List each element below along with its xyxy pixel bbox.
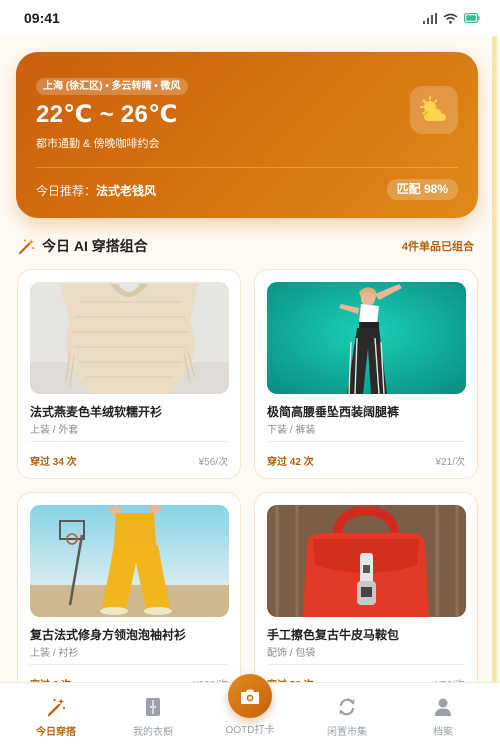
tab-ootd-checkin-label[interactable]: OOTD打卡	[200, 721, 300, 736]
tab-label: 今日穿搭	[36, 727, 76, 738]
user-icon	[435, 698, 451, 716]
item-name: 法式燕麦色羊绒软糯开衫	[30, 405, 163, 419]
item-category: 配饰 / 包袋	[267, 648, 316, 659]
item-name: 手工擦色复古牛皮马鞍包	[267, 628, 400, 642]
item-name: 复古法式修身方领泡泡袖衬衫	[30, 628, 187, 642]
magic-wand-icon	[18, 238, 34, 254]
tab-label: 我的衣橱	[133, 727, 173, 738]
recommend-value: 法式老钱风	[96, 184, 157, 198]
recommend-line: 今日推荐：法式老钱风	[36, 182, 156, 199]
tab-today-outfit[interactable]: 今日穿搭	[6, 683, 106, 745]
tab-secondhand-market[interactable]: 闲置市集	[297, 683, 397, 745]
status-icons	[423, 12, 480, 24]
item-category: 上装 / 衬衫	[30, 648, 79, 659]
location-chip: 上海 (徐汇区) • 多云转晴 • 微风	[36, 78, 188, 95]
item-photo	[30, 282, 229, 394]
item-photo	[30, 505, 229, 617]
tab-label: 闲置市集	[327, 727, 367, 738]
item-divider	[30, 664, 228, 665]
recommend-label: 今日推荐：	[36, 184, 97, 198]
magic-wand-icon	[47, 698, 66, 717]
item-photo	[267, 282, 466, 394]
status-time: 09:41	[24, 10, 60, 26]
tab-profile[interactable]: 档案	[393, 683, 493, 745]
status-bar: 09:41	[0, 0, 500, 36]
partly-cloudy-icon	[420, 96, 446, 121]
item-card[interactable]: 极简高腰垂坠西装阔腿裤 下装 / 裤装 穿过 42 次 ¥21/次	[254, 269, 478, 479]
wifi-icon	[443, 13, 458, 24]
section-header: 今日 AI 穿搭组合 4件单品已组合	[18, 236, 474, 256]
section-title: 今日 AI 穿搭组合	[42, 238, 148, 254]
section-title-wrap: 今日 AI 穿搭组合	[18, 236, 148, 256]
item-category: 下装 / 裤装	[267, 425, 316, 436]
battery-icon	[464, 13, 480, 23]
scene-text: 都市通勤 & 傍晚咖啡约会	[36, 138, 160, 150]
signal-icon	[423, 12, 437, 24]
item-cost-per-wear: ¥21/次	[435, 457, 465, 468]
card-divider	[36, 167, 458, 168]
wardrobe-icon	[146, 698, 160, 716]
ootd-camera-button[interactable]	[228, 674, 272, 718]
item-name: 极简高腰垂坠西装阔腿裤	[267, 405, 400, 419]
scrollbar[interactable]	[492, 36, 497, 685]
item-card[interactable]: 复古法式修身方领泡泡袖衬衫 上装 / 衬衫 穿过 6 次 ¥208/次	[17, 492, 241, 702]
item-card[interactable]: 手工擦色复古牛皮马鞍包 配饰 / 包袋 穿过 58 次 ¥59/次	[254, 492, 478, 702]
temperature: 22℃ ~ 26℃	[36, 101, 178, 128]
section-count: 4件单品已组合	[401, 241, 474, 253]
item-divider	[30, 441, 228, 442]
tab-my-wardrobe[interactable]: 我的衣橱	[103, 683, 203, 745]
item-card[interactable]: 法式燕麦色羊绒软糯开衫 上装 / 外套 穿过 34 次 ¥56/次	[17, 269, 241, 479]
weather-icon-box	[410, 86, 458, 134]
recycle-icon	[339, 698, 355, 716]
item-cost-per-wear: ¥56/次	[198, 457, 228, 468]
item-wear-count: 穿过 42 次	[267, 457, 314, 468]
camera-icon	[241, 689, 259, 704]
item-photo	[267, 505, 466, 617]
item-category: 上装 / 外套	[30, 425, 79, 436]
item-wear-count: 穿过 34 次	[30, 457, 77, 468]
item-divider	[267, 441, 465, 442]
item-divider	[267, 664, 465, 665]
weather-card[interactable]: 上海 (徐汇区) • 多云转晴 • 微风 22℃ ~ 26℃ 都市通勤 & 傍晚…	[16, 52, 478, 218]
match-badge: 匹配 98%	[386, 179, 458, 200]
tab-label: 档案	[433, 727, 453, 738]
